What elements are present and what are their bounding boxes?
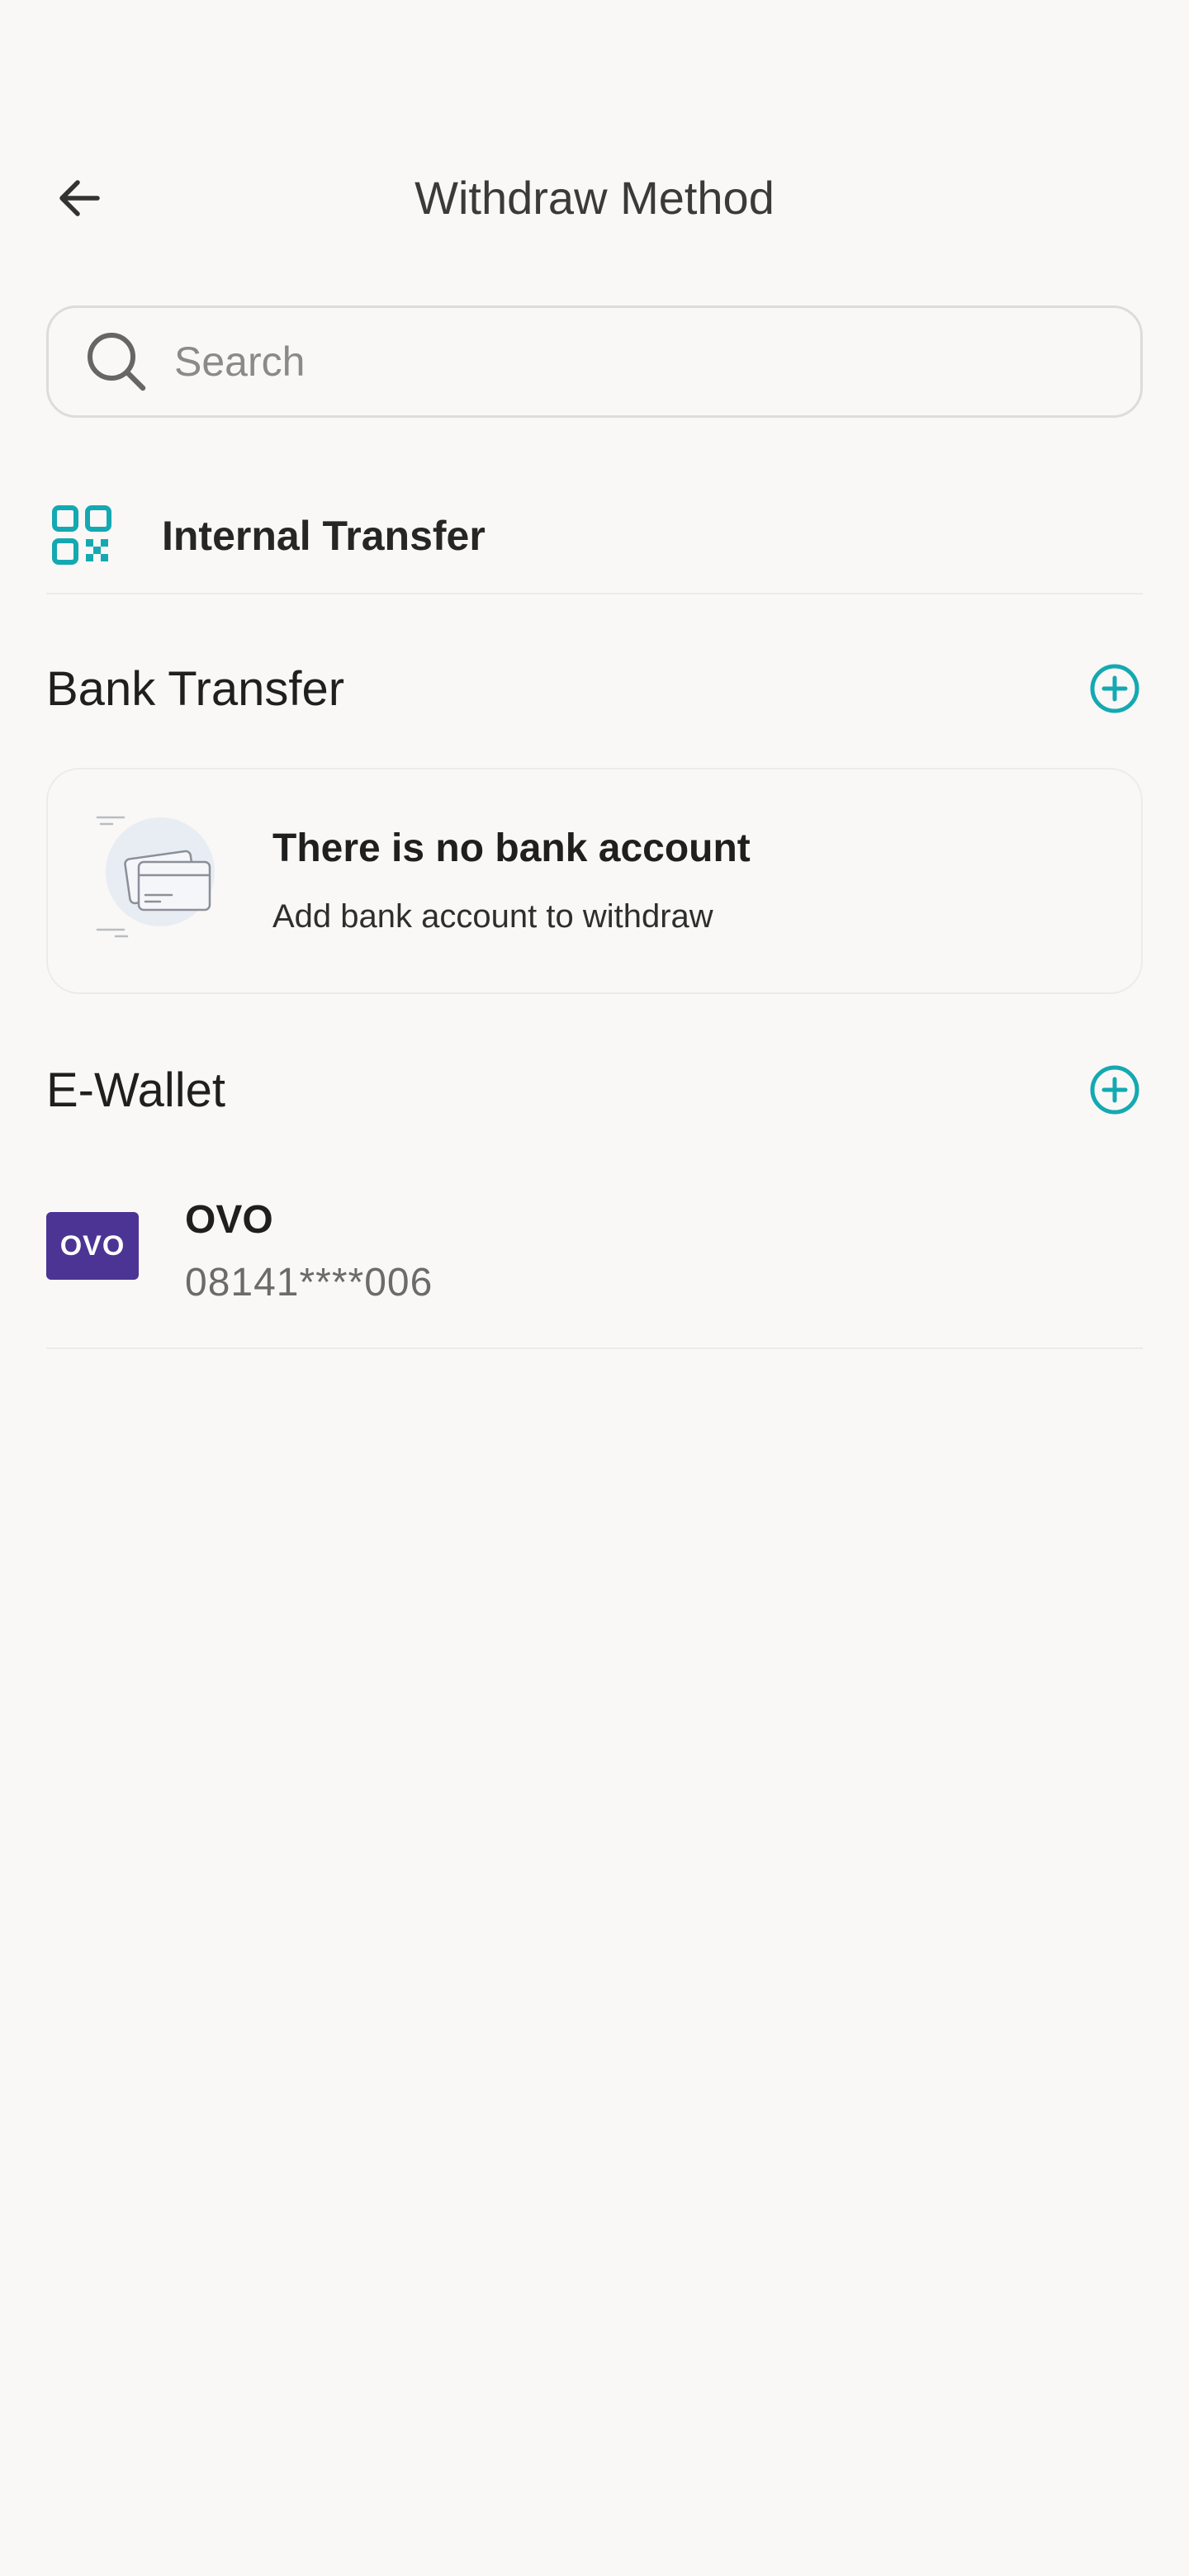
wallet-account-number: 08141****006 [185,1261,433,1305]
add-bank-button[interactable] [1088,662,1141,715]
internal-transfer-label: Internal Transfer [162,513,486,559]
arrow-left-icon [59,180,100,216]
search-input[interactable] [174,308,1140,415]
bank-transfer-title: Bank Transfer [46,661,345,716]
search-box[interactable] [46,305,1143,418]
empty-state-title: There is no bank account [272,826,751,870]
search-icon [85,330,148,393]
add-e-wallet-button[interactable] [1088,1063,1141,1116]
bank-card-illustration [96,816,215,938]
e-wallet-header: E-Wallet [46,1049,1143,1131]
e-wallet-item[interactable]: OVO OVO 08141****006 [46,1181,1143,1349]
back-button[interactable] [46,165,112,231]
qr-code-icon [52,505,111,565]
bank-transfer-header: Bank Transfer [46,647,1143,730]
ovo-logo: OVO [46,1212,139,1280]
wallet-name: OVO [185,1198,273,1242]
empty-state-subtitle: Add bank account to withdraw [272,898,713,935]
page-title: Withdraw Method [414,172,775,224]
bank-empty-state: There is no bank account Add bank accoun… [46,768,1143,994]
e-wallet-title: E-Wallet [46,1063,225,1117]
app-header: Withdraw Method [0,132,1189,264]
internal-transfer-item[interactable]: Internal Transfer [46,479,1143,594]
